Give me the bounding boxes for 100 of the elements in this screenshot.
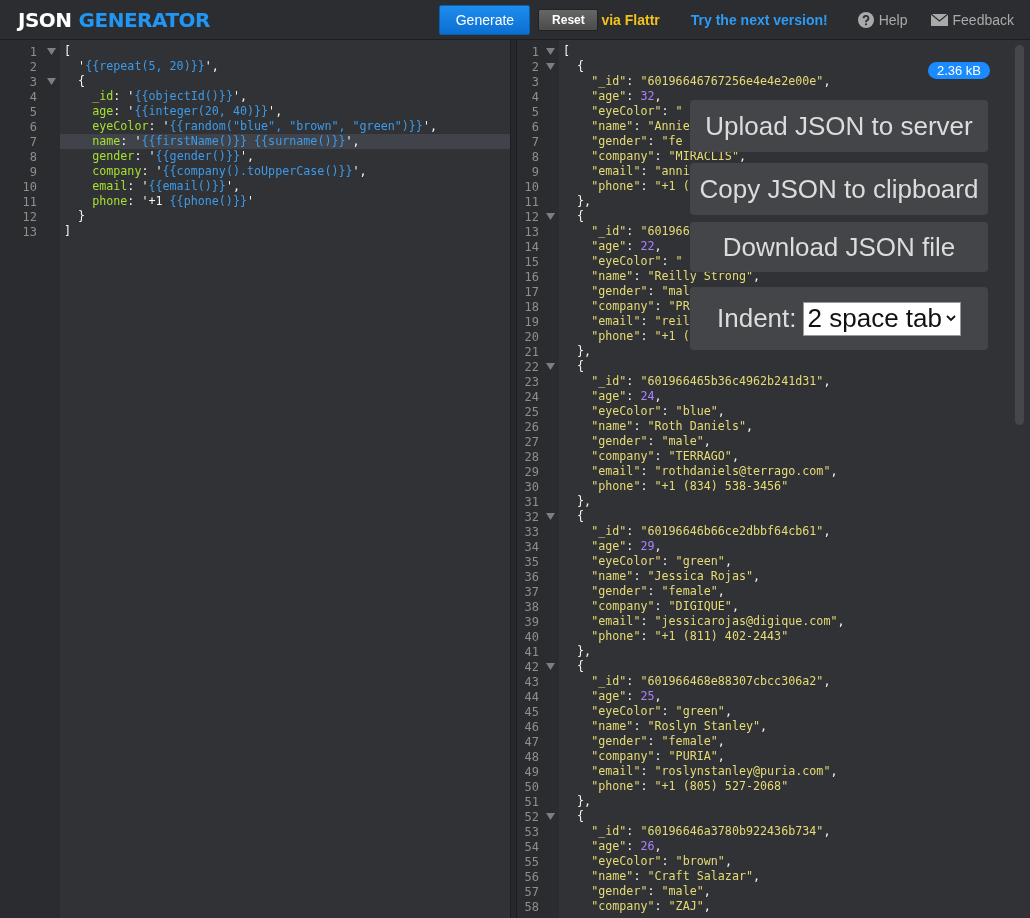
- code-line: "age": 29,: [590, 539, 662, 554]
- chevron-icon: [945, 315, 956, 322]
- line-number: 2: [28, 59, 37, 74]
- code-line: "company": "ZAJ",: [590, 899, 711, 914]
- line-number: 5: [28, 104, 37, 119]
- feedback-link[interactable]: Feedback: [930, 11, 1014, 28]
- line-number: 20: [523, 329, 539, 344]
- line-number: 53: [523, 824, 539, 839]
- line-number: 1: [28, 44, 37, 59]
- flattr-link[interactable]: via Flattr: [601, 11, 660, 28]
- code-line: [: [64, 44, 72, 59]
- line-number: 24: [523, 389, 539, 404]
- next-version-link[interactable]: Try the next version!: [690, 11, 828, 28]
- line-number: 48: [523, 749, 539, 764]
- code-line: "age": 24,: [590, 389, 662, 404]
- line-number: 30: [523, 479, 539, 494]
- code-line: [: [563, 44, 571, 59]
- code-line: "company": "TERRAGO",: [590, 449, 739, 464]
- fold-arrow-icon[interactable]: [546, 663, 555, 670]
- fold-arrow-icon[interactable]: [546, 813, 555, 820]
- code-line: gender: '{{gender()}}',: [91, 149, 255, 164]
- line-number: 14: [523, 239, 539, 254]
- logo-text: JSON: [18, 7, 72, 32]
- code-line: "name": "Craft Salazar",: [590, 869, 761, 884]
- code-line: "gender": "female",: [590, 734, 725, 749]
- code-line: },: [576, 344, 592, 359]
- size-badge: 2.36 kB: [927, 62, 990, 79]
- action-button[interactable]: Upload JSON to server: [690, 100, 988, 152]
- fold-arrow-icon[interactable]: [546, 63, 555, 70]
- code-line: name: '{{firstName()}} {{surname()}}',: [91, 134, 360, 149]
- fold-arrow-icon[interactable]: [546, 363, 555, 370]
- line-number: 32: [523, 509, 539, 524]
- line-number: 42: [523, 659, 539, 674]
- line-number: 1: [530, 44, 539, 59]
- line-number: 57: [523, 884, 539, 899]
- line-number: 51: [523, 794, 539, 809]
- code-line: },: [576, 494, 592, 509]
- code-line: "age": 26,: [590, 839, 662, 854]
- line-number: 11: [21, 194, 37, 209]
- code-line: email: '{{email()}}',: [91, 179, 240, 194]
- code-line: phone: '+1 {{phone()}}': [91, 194, 255, 209]
- line-number: 7: [530, 134, 539, 149]
- line-number: 56: [523, 869, 539, 884]
- code-line: "gender": "male",: [590, 434, 711, 449]
- line-number: 37: [523, 584, 539, 599]
- code-line: "name": "Reilly Strong",: [590, 269, 761, 284]
- line-number: 6: [530, 119, 539, 134]
- line-number: 54: [523, 839, 539, 854]
- line-number: 43: [523, 674, 539, 689]
- code-line: "name": "Roslyn Stanley",: [590, 719, 768, 734]
- indent-label: Indent:: [717, 303, 797, 334]
- action-button[interactable]: Download JSON file: [690, 222, 988, 272]
- fold-arrow-icon[interactable]: [546, 513, 555, 520]
- line-number: 28: [523, 449, 539, 464]
- code-line: }: [77, 209, 86, 224]
- code-line: ]: [64, 224, 72, 239]
- code-line: age: '{{integer(20, 40)}}',: [91, 104, 283, 119]
- line-number: 34: [523, 539, 539, 554]
- fold-arrow-icon[interactable]: [546, 48, 555, 55]
- line-number: 7: [28, 134, 37, 149]
- code-line: },: [576, 794, 592, 809]
- reset-button[interactable]: Reset: [538, 8, 599, 31]
- code-line: {: [576, 359, 585, 374]
- code-line: "gender": "female",: [590, 584, 725, 599]
- logo-text: GENERATOR: [78, 7, 210, 32]
- code-line: "eyeColor": "brown",: [590, 854, 732, 869]
- line-number: 10: [21, 179, 37, 194]
- line-number: 31: [523, 494, 539, 509]
- line-number: 18: [523, 299, 539, 314]
- code-line: "gender": "fe: [590, 134, 683, 149]
- line-number: 49: [523, 764, 539, 779]
- generate-button[interactable]: Generate: [439, 4, 531, 35]
- code-line: {: [576, 59, 585, 74]
- help-link[interactable]: Help: [857, 11, 908, 28]
- line-number: 41: [523, 644, 539, 659]
- indent-select[interactable]: 2 space tab: [802, 301, 961, 336]
- line-number: 46: [523, 719, 539, 734]
- code-line: eyeColor: '{{random("blue", "brown", "green")}}',: [91, 119, 437, 134]
- code-line: "_id": "60196646767256e4e4e2e00e",: [590, 74, 831, 89]
- fold-arrow-icon[interactable]: [546, 213, 555, 220]
- line-number: 26: [523, 419, 539, 434]
- code-line: "email": "rothdaniels@terrago.com",: [590, 464, 838, 479]
- code-line: "company": "PR: [590, 299, 690, 314]
- mail-icon: [930, 13, 948, 26]
- line-number: 58: [523, 899, 539, 914]
- line-number: 44: [523, 689, 539, 704]
- code-line: "_id": "601966468e88307cbcc306a2",: [590, 674, 831, 689]
- line-number: 8: [28, 149, 37, 164]
- fold-arrow-icon[interactable]: [47, 48, 56, 55]
- code-line: "company": "PURIA",: [590, 749, 725, 764]
- action-button[interactable]: Copy JSON to clipboard: [690, 163, 988, 215]
- line-number: 33: [523, 524, 539, 539]
- line-number: 47: [523, 734, 539, 749]
- code-line: "name": "Jessica Rojas",: [590, 569, 761, 584]
- fold-arrow-icon[interactable]: [47, 78, 56, 85]
- code-line: "phone": "+1 (834) 538-3456": [590, 479, 789, 494]
- code-line: "company": "MIRACLIS",: [590, 149, 746, 164]
- code-line: },: [576, 194, 592, 209]
- code-line: "eyeColor": "blue",: [590, 404, 725, 419]
- code-line: "eyeColor": ": [590, 254, 683, 269]
